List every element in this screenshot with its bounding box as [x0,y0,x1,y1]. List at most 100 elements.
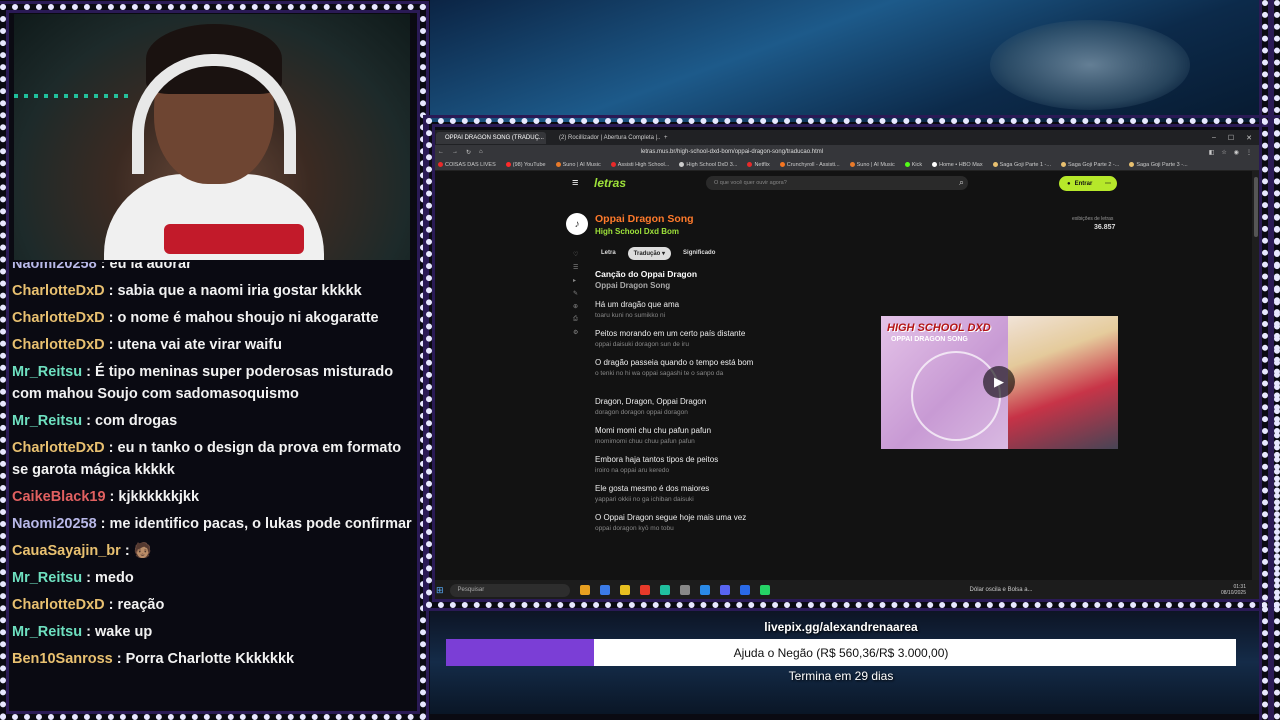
chat-username[interactable]: CharlotteDxD [12,310,105,326]
search-icon[interactable]: ⌕ [959,177,964,188]
lyrics-tab[interactable]: Significado [677,247,721,260]
bookmark-label: (98) YouTube [512,161,546,168]
lyrics-line: Dragon, Dragon, Oppai Dragon doragon dora… [595,397,855,416]
chat-username[interactable]: Mr_Reitsu [12,570,82,586]
bookmark-favicon-icon [679,162,685,167]
scrollbar-thumb[interactable] [1254,177,1258,237]
lyrics-line: O Oppai Dragon segue hoje mais uma vez op… [595,513,855,532]
browser-icon[interactable] [639,585,650,595]
chat-username[interactable]: CharlotteDxD [12,337,105,353]
bookmark-item[interactable]: Saga Goji Parte 1 -... [992,161,1051,168]
bookmark-item[interactable]: Kick [904,161,923,168]
song-title[interactable]: Oppai Dragon Song [595,213,694,225]
new-tab-button[interactable]: + [664,135,668,141]
song-artist[interactable]: High School Dxd Bom [595,227,679,236]
play-button-icon[interactable]: ▶ [983,366,1015,398]
chat-message: Mr_Reitsu : wake up [12,623,153,640]
maximize-icon[interactable]: ☐ [1228,134,1234,142]
app-icon[interactable] [579,585,590,595]
chat-username[interactable]: Mr_Reitsu [12,624,82,640]
windows-start-icon[interactable]: ⊞ [436,585,444,596]
folder-icon[interactable] [619,585,630,595]
translation-text: Embora haja tantos tipos de peitos [595,455,719,464]
pen-icon[interactable]: ✎ [573,290,578,297]
app-icon[interactable] [659,585,670,595]
bookmark-item[interactable]: (98) YouTube [505,161,546,168]
bookmark-item[interactable]: Home • HBO Max [932,162,983,168]
bookmark-item[interactable]: Saga Goji Parte 3 -... [1129,162,1188,168]
forward-icon[interactable]: → [452,149,458,155]
chat-username[interactable]: CharlotteDxD [12,440,105,456]
translation-text: Dragon, Dragon, Oppai Dragon [595,397,707,406]
bookmark-label: Kick [911,161,923,168]
bookmark-item[interactable]: Suno | AI Music [849,162,895,168]
news-widget[interactable]: Dólar oscila e Bolsa a... [970,587,1033,593]
site-header: ≡ letras O que você quer ouvir agora? ⌕ … [432,171,1252,195]
minimize-icon[interactable]: – [1212,134,1216,142]
chat-username[interactable]: CharlotteDxD [12,597,105,613]
browser-tab[interactable]: OPPAI DRAGON SONG (TRADUÇ...× [436,131,546,144]
bookmark-label: Saga Goji Parte 1 -... [999,161,1051,168]
whatsapp-icon[interactable] [759,585,770,595]
background-video [430,0,1262,122]
taskbar-search[interactable]: Pesquisar [449,583,570,597]
profile-icon[interactable]: ◉ [1234,149,1239,156]
app-icon[interactable] [679,585,690,595]
star-icon[interactable]: ☆ [1221,149,1226,156]
chat-username[interactable]: CaikeBlack19 [12,489,106,505]
extensions-icon[interactable]: ◧ [1209,149,1215,156]
playlist-icon[interactable]: ☰ [573,264,578,271]
site-search-input[interactable]: O que você quer ouvir agora? ⌕ [706,176,968,190]
play-icon[interactable]: ▸ [573,277,578,284]
song-avatar-icon[interactable]: ♪ [566,213,588,235]
heart-icon[interactable]: ♡ [573,251,578,258]
chat-username[interactable]: CauaSayajin_br [12,543,121,559]
chat-panel: Naomi20258 : eu ia adorar CharlotteDxD : … [12,262,412,706]
url-field[interactable]: letras.mus.br/high-school-dxd-bom/oppai-… [641,149,823,155]
bookmark-item[interactable]: Saga Goji Parte 2 -... [1060,162,1119,168]
chat-username[interactable]: CharlotteDxD [12,283,105,299]
home-icon[interactable]: ⌂ [479,149,483,155]
chat-username[interactable]: Mr_Reitsu [12,413,82,429]
app-icon[interactable] [699,585,710,595]
goal-deadline: Termina em 29 dias [788,669,894,683]
share-icon[interactable]: ⊕ [573,303,578,310]
bookmark-item[interactable]: Assisti High School... [610,162,669,168]
chat-username[interactable]: Naomi20258 [12,262,97,272]
print-icon[interactable]: ⎙ [573,316,578,323]
windows-taskbar: ⊞ Pesquisar Dólar oscila e Bolsa a... 01… [432,580,1260,600]
chat-text: wake up [95,623,153,640]
app-icon[interactable] [599,585,610,595]
lyrics-heading: Canção do Oppai Dragon [595,269,698,279]
hamburger-menu-icon[interactable]: ≡ [572,177,578,189]
video-player[interactable]: HIGH SCHOOL DXD OPPAI DRAGON SONG ▶ [881,316,1118,449]
settings-icon[interactable]: ⚙ [573,329,578,336]
user-icon: ● [1067,180,1071,187]
close-window-icon[interactable]: ✕ [1246,134,1252,142]
search-placeholder: O que você quer ouvir agora? [714,180,787,186]
translation-text: O Oppai Dragon segue hoje mais uma vez [595,513,747,522]
chat-username[interactable]: Ben10Sanross [12,651,113,667]
chat-username[interactable]: Naomi20258 [12,516,97,532]
bookmark-item[interactable]: Suno | AI Music [555,162,601,168]
site-logo[interactable]: letras [594,176,626,190]
magic-circle [911,351,1001,441]
app-icon[interactable] [739,585,750,595]
bookmark-item[interactable]: High School DxD 3... [679,162,737,168]
bookmark-favicon-icon [555,162,561,167]
page-scrollbar[interactable] [1252,171,1260,580]
back-icon[interactable]: ← [438,149,444,155]
browser-tab[interactable]: (2) Rocillizador | Abertura Completa |..… [550,132,660,144]
bookmark-item[interactable]: Crunchyroll - Assisti... [779,162,840,168]
menu-icon[interactable]: ⋮ [1246,149,1252,156]
bookmark-favicon-icon [610,162,616,167]
reload-icon[interactable]: ↻ [466,149,471,156]
discord-icon[interactable] [719,585,730,595]
chat-username[interactable]: Mr_Reitsu [12,364,82,380]
bookmark-item[interactable]: Netflix [747,162,770,168]
lyrics-tab[interactable]: Letra [595,247,622,260]
bookmark-item[interactable]: COISAS DAS LIVES [438,162,496,168]
clock[interactable]: 01:31 08/10/2025 [1221,584,1246,596]
lyrics-tab[interactable]: Tradução ▾ [627,247,672,260]
enter-button[interactable]: ● Entrar ⋯ [1059,176,1117,191]
